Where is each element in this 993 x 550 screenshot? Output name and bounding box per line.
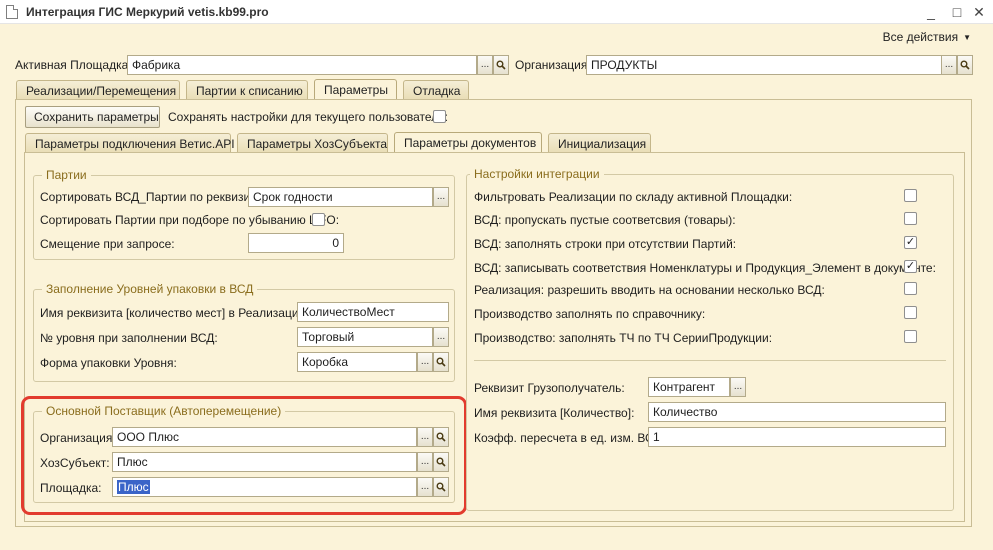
option-label: ВСД: заполнять строки при отсутствии Пар… — [474, 237, 737, 251]
coef-label: Коэфф. пересчета в ед. изм. ВСД: — [474, 431, 665, 445]
sort-lifo-label: Сортировать Партии при подборе по убыван… — [40, 213, 340, 227]
option-label: ВСД: пропускать пустые соответсвия (това… — [474, 213, 736, 227]
minimize-button[interactable]: _ — [920, 2, 942, 22]
choose-button[interactable]: ... — [417, 477, 433, 497]
choose-button[interactable]: ... — [433, 187, 449, 207]
option-checkbox[interactable]: ✓ — [904, 236, 917, 249]
choose-button[interactable]: ... — [941, 55, 957, 75]
active-platform-label: Активная Площадка: — [15, 58, 132, 72]
chevron-down-icon: ▼ — [963, 33, 971, 43]
consignee-label: Реквизит Грузополучатель: — [474, 381, 625, 395]
pack-form-field[interactable]: Коробка — [297, 352, 417, 372]
organization-label: Организация: — [515, 58, 591, 72]
search-icon[interactable] — [433, 352, 449, 372]
choose-button[interactable]: ... — [417, 452, 433, 472]
all-actions-menu[interactable]: Все действия ▼ — [883, 30, 971, 44]
supplier-org-field[interactable]: ООО Плюс — [112, 427, 417, 447]
consignee-field[interactable]: Контрагент — [648, 377, 730, 397]
save-for-user-label: Сохранять настройки для текущего пользов… — [168, 110, 449, 124]
option-checkbox[interactable] — [904, 212, 917, 225]
choose-button[interactable]: ... — [417, 427, 433, 447]
qty-attr-field[interactable]: Количество — [648, 402, 946, 422]
option-label: Производство заполнять по справочнику: — [474, 307, 706, 321]
window-titlebar: Интеграция ГИС Меркурий vetis.kb99.pro _… — [0, 0, 993, 24]
search-icon[interactable] — [433, 427, 449, 447]
divider — [474, 360, 946, 361]
sort-vsd-field[interactable]: Срок годности — [248, 187, 433, 207]
offset-label: Смещение при запросе: — [40, 237, 175, 251]
offset-field[interactable]: 0 — [248, 233, 344, 253]
save-parameters-button[interactable]: Сохранить параметры — [25, 106, 160, 128]
qty-attr-label: Имя реквизита [Количество]: — [474, 406, 635, 420]
sort-lifo-checkbox[interactable] — [312, 213, 325, 226]
window-title: Интеграция ГИС Меркурий vetis.kb99.pro — [26, 5, 269, 19]
pack-form-label: Форма упаковки Уровня: — [40, 356, 177, 370]
option-label: Производство: заполнять ТЧ по ТЧ СерииПр… — [474, 331, 773, 345]
active-platform-field[interactable]: Фабрика — [127, 55, 477, 75]
choose-button[interactable]: ... — [730, 377, 746, 397]
supplier-entity-label: ХозСубъект: — [40, 456, 110, 470]
close-button[interactable]: ✕ — [968, 2, 990, 22]
supplier-site-field[interactable]: Плюс — [112, 477, 417, 497]
tab-write-off[interactable]: Партии к списанию — [186, 80, 308, 100]
choose-button[interactable]: ... — [433, 327, 449, 347]
supplier-group-title: Основной Поставщик (Автоперемещение) — [42, 404, 286, 418]
search-icon[interactable] — [493, 55, 509, 75]
level-field[interactable]: Торговый — [297, 327, 433, 347]
option-checkbox[interactable] — [904, 189, 917, 202]
search-icon[interactable] — [957, 55, 973, 75]
document-icon — [6, 5, 18, 19]
option-checkbox[interactable] — [904, 306, 917, 319]
supplier-site-value: Плюс — [117, 480, 150, 494]
organization-field[interactable]: ПРОДУКТЫ — [586, 55, 942, 75]
option-checkbox[interactable] — [904, 282, 917, 295]
level-label: № уровня при заполнении ВСД: — [40, 331, 218, 345]
search-icon[interactable] — [433, 452, 449, 472]
tab-sales[interactable]: Реализации/Перемещения — [16, 80, 180, 100]
tab-business-entity[interactable]: Параметры ХозСубъекта — [237, 133, 388, 153]
supplier-entity-field[interactable]: Плюс — [112, 452, 417, 472]
maximize-button[interactable]: □ — [946, 2, 968, 22]
sort-vsd-label: Сортировать ВСД_Партии по реквизиту: — [40, 190, 266, 204]
tab-vetis-api[interactable]: Параметры подключения Ветис.API — [25, 133, 235, 153]
option-label: Реализация: разрешить вводить на основан… — [474, 283, 825, 297]
option-label: ВСД: записывать соответствия Номенклатур… — [474, 261, 936, 275]
qty-places-label: Имя реквизита [количество мест] в Реализ… — [40, 306, 309, 320]
search-icon[interactable] — [433, 477, 449, 497]
supplier-org-label: Организация: — [40, 431, 116, 445]
tab-initialization[interactable]: Инициализация — [548, 133, 651, 153]
coef-field[interactable]: 1 — [648, 427, 946, 447]
batches-group-title: Партии — [42, 168, 91, 182]
tab-document-params[interactable]: Параметры документов — [394, 132, 542, 153]
choose-button[interactable]: ... — [417, 352, 433, 372]
save-for-user-checkbox[interactable] — [433, 110, 446, 123]
qty-places-field[interactable]: КоличествоМест — [297, 302, 449, 322]
choose-button[interactable]: ... — [477, 55, 493, 75]
integration-group-title: Настройки интеграции — [470, 167, 604, 181]
option-checkbox[interactable]: ✓ — [904, 260, 917, 273]
option-checkbox[interactable] — [904, 330, 917, 343]
tab-debug[interactable]: Отладка — [403, 80, 469, 100]
option-label: Фильтровать Реализации по складу активно… — [474, 190, 793, 204]
packaging-group-title: Заполнение Уровней упаковки в ВСД — [42, 282, 258, 296]
tab-parameters[interactable]: Параметры — [314, 79, 397, 100]
all-actions-label: Все действия — [882, 30, 959, 44]
supplier-site-label: Площадка: — [40, 481, 102, 495]
